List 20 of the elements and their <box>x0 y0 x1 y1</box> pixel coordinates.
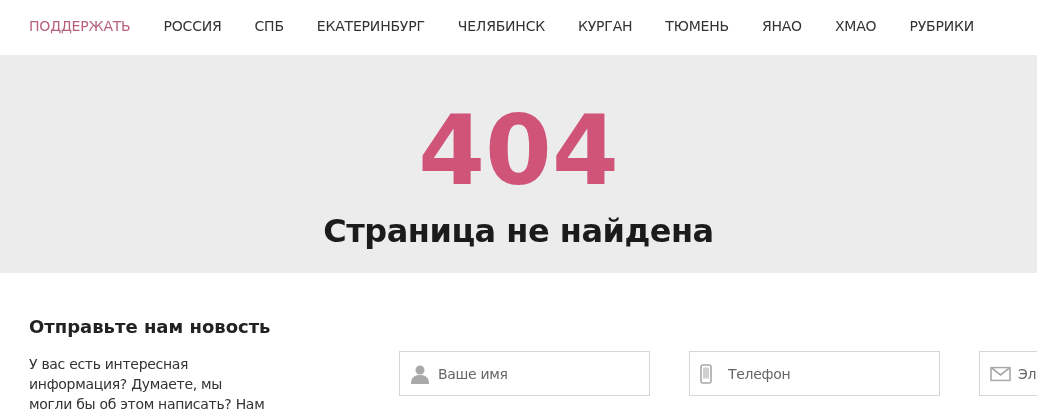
nav-link[interactable]: КУРГАН <box>578 16 633 37</box>
nav-link[interactable]: ТЮМЕНЬ <box>665 16 729 37</box>
person-icon <box>410 363 430 384</box>
mail-icon <box>990 366 1011 381</box>
nav-link[interactable]: РОССИЯ <box>163 16 222 37</box>
input-field[interactable]: Эл <box>979 351 1037 396</box>
form-description: У вас есть интересная информация? Думаете, мы могли бы об этом написать? Нам <box>29 355 266 414</box>
input-field[interactable]: Телефон <box>689 351 940 396</box>
nav-link[interactable]: ХМАО <box>834 16 877 37</box>
error-code: 404 <box>418 103 619 199</box>
phone-icon <box>700 363 712 384</box>
nav-link[interactable]: СПБ <box>254 16 284 37</box>
nav-link[interactable]: ЯНАО <box>761 16 802 37</box>
nav-link[interactable]: ЧЕЛЯБИНСК <box>457 16 545 37</box>
form-title: Отправьте нам новость <box>29 315 272 339</box>
nav-link[interactable]: ЕКАТЕРИНБУРГ <box>316 16 425 37</box>
error-message: Страница не найдена <box>323 211 714 252</box>
nav-link[interactable]: РУБРИКИ <box>909 16 974 37</box>
input-field[interactable]: Ваше имя <box>399 351 650 396</box>
nav-link[interactable]: ПОДДЕРЖАТЬ <box>29 16 131 37</box>
